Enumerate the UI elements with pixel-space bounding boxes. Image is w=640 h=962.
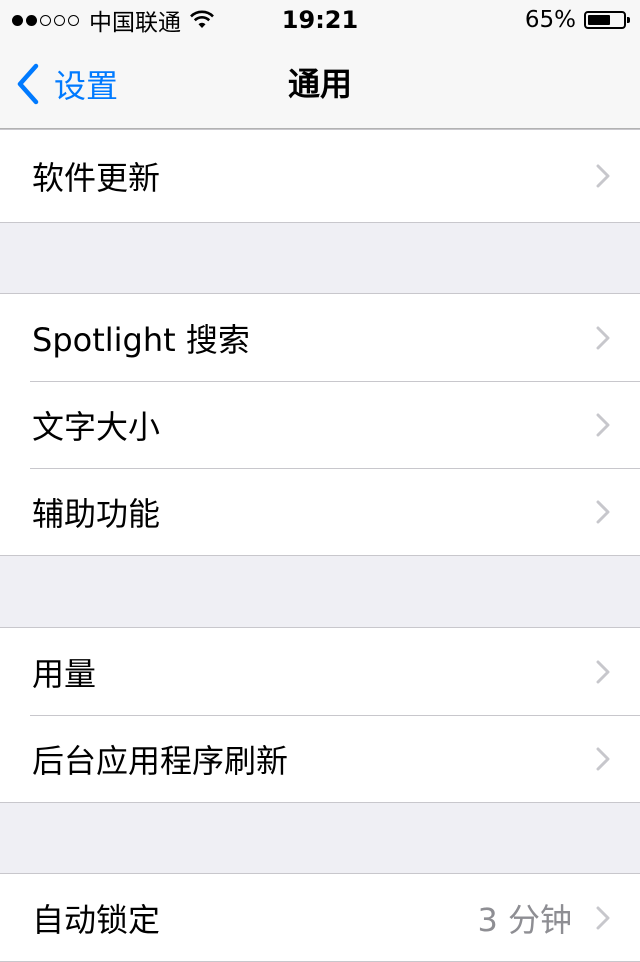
chevron-right-icon <box>596 660 610 683</box>
row-label: Spotlight 搜索 <box>32 320 250 359</box>
row-label: 软件更新 <box>32 159 161 197</box>
chevron-right-icon <box>596 500 610 523</box>
auto-lock-value: 3 分钟 <box>477 900 572 939</box>
battery-icon <box>584 11 630 29</box>
list-item-auto-lock[interactable]: 自动锁定 3 分钟 <box>0 874 640 961</box>
status-right: 65% <box>524 6 630 34</box>
row-label: 后台应用程序刷新 <box>32 741 289 780</box>
settings-group-2: Spotlight 搜索 文字大小 辅助功能 <box>0 293 640 556</box>
settings-group-3: 用量 后台应用程序刷新 <box>0 627 640 803</box>
row-label: 自动锁定 <box>32 900 161 939</box>
chevron-right-icon <box>596 747 610 770</box>
battery-percent: 65% <box>524 7 576 33</box>
list-item-usage[interactable]: 用量 <box>0 628 640 715</box>
back-button[interactable]: 设置 <box>14 40 118 128</box>
chevron-right-icon <box>596 326 610 349</box>
battery-fill <box>588 15 610 25</box>
list-item-accessibility[interactable]: 辅助功能 <box>0 468 640 555</box>
back-button-label: 设置 <box>54 67 119 105</box>
settings-group-4: 自动锁定 3 分钟 <box>0 873 640 962</box>
row-label: 辅助功能 <box>32 494 161 533</box>
list-item-text-size[interactable]: 文字大小 <box>0 381 640 468</box>
list-item-background-app-refresh[interactable]: 后台应用程序刷新 <box>0 715 640 802</box>
row-label: 用量 <box>32 654 97 693</box>
status-bar: 中国联通 19:21 65% <box>0 0 640 40</box>
chevron-left-icon <box>17 63 39 105</box>
navigation-bar: 设置 通用 <box>0 40 640 129</box>
chevron-right-icon <box>596 413 610 436</box>
chevron-right-icon <box>596 906 610 929</box>
row-label: 文字大小 <box>32 407 161 446</box>
battery-cap <box>627 17 630 23</box>
list-item-spotlight-search[interactable]: Spotlight 搜索 <box>0 294 640 381</box>
list-item-software-update[interactable]: 软件更新 <box>0 130 640 222</box>
settings-group-top: 软件更新 <box>0 129 640 223</box>
chevron-right-icon <box>596 164 610 188</box>
